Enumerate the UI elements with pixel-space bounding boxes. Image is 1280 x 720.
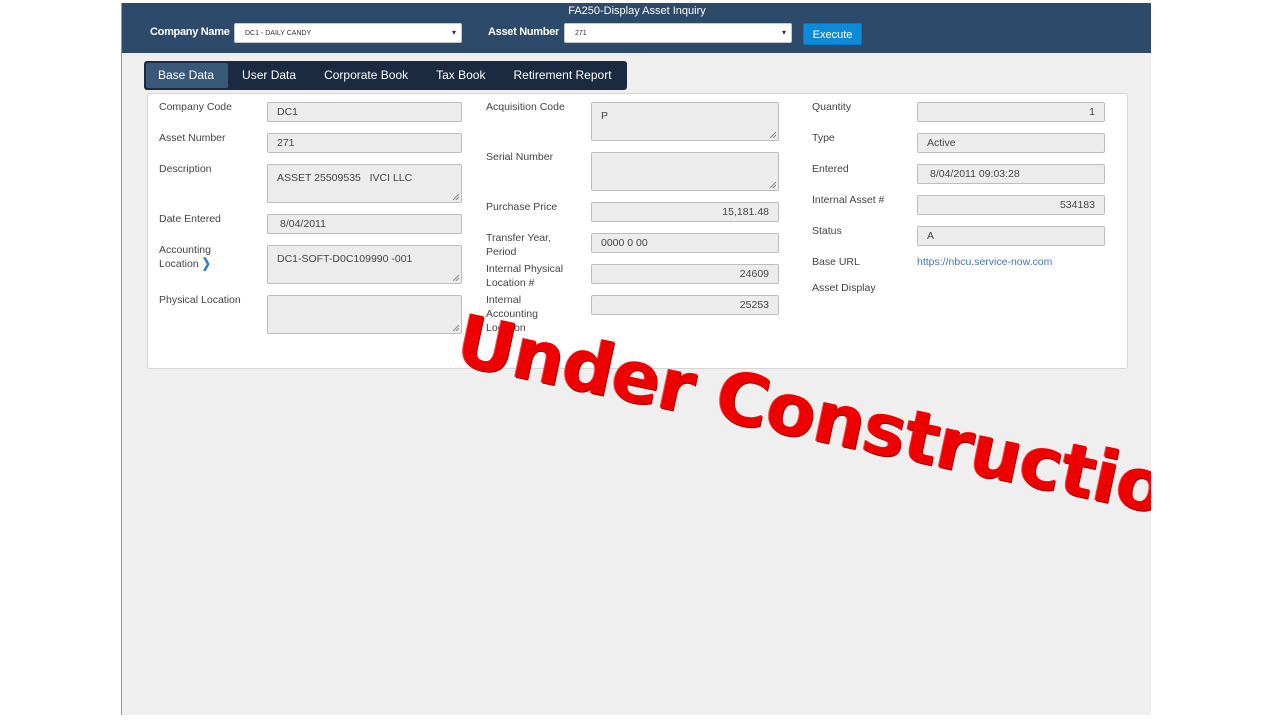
asset-number-value: 271 [575, 30, 587, 37]
transfer-year-period-field[interactable]: 0000 0 00 [591, 233, 779, 253]
company-name-label: Company Name [150, 26, 230, 38]
internal-physical-location-label: Internal Physical Location # [486, 262, 563, 290]
header-bar: FA250-Display Asset Inquiry Company Name… [122, 3, 1151, 53]
tab-retirement-report[interactable]: Retirement Report [499, 63, 625, 88]
quantity-label: Quantity [812, 101, 852, 113]
base-url-link[interactable]: https://nbcu.service-now.com [917, 256, 1052, 268]
purchase-price-label: Purchase Price [486, 201, 558, 213]
date-entered-field[interactable]: 8/04/2011 [267, 214, 462, 234]
company-code-label: Company Code [159, 101, 232, 113]
type-label: Type [812, 132, 835, 144]
internal-accounting-location-field[interactable]: 25253 [591, 295, 779, 315]
serial-number-field[interactable] [591, 152, 779, 191]
base-data-panel: Company Code DC1 Asset Number 271 Descri… [147, 93, 1128, 369]
internal-physical-location-field[interactable]: 24609 [591, 264, 779, 284]
accounting-location-label: Accounting Location ❯ [159, 243, 211, 271]
chevron-down-icon: ▾ [781, 28, 786, 37]
description-field[interactable]: ASSET 25509535 IVCI LLC [267, 164, 462, 203]
internal-asset-label: Internal Asset # [812, 194, 885, 206]
acquisition-code-field[interactable]: P [591, 102, 779, 141]
date-entered-label: Date Entered [159, 213, 221, 225]
company-name-value: DC1 - DAILY CANDY [245, 30, 312, 37]
company-code-field[interactable]: DC1 [267, 102, 462, 122]
acquisition-code-label: Acquisition Code [486, 101, 565, 113]
asset-number-select[interactable]: 271 ▾ [564, 23, 792, 43]
asset-number-label: Asset Number [488, 26, 559, 38]
execute-button[interactable]: Execute [803, 23, 862, 45]
internal-physical-location-label-line2: Location # [486, 277, 535, 289]
physical-location-field[interactable] [267, 295, 462, 334]
internal-physical-location-label-line1: Internal Physical [486, 263, 564, 275]
internal-asset-field[interactable]: 534183 [917, 195, 1105, 215]
status-label: Status [812, 225, 842, 237]
base-url-label: Base URL [812, 256, 860, 268]
tab-tax-book[interactable]: Tax Book [422, 63, 499, 88]
transfer-year-period-label: Transfer Year, Period [486, 231, 551, 259]
type-field[interactable]: Active [917, 133, 1105, 153]
accounting-location-label-text: Location [159, 258, 199, 270]
company-name-select[interactable]: DC1 - DAILY CANDY ▾ [234, 23, 462, 43]
accounting-location-label-line2: Location ❯ [159, 257, 211, 271]
physical-location-label: Physical Location [159, 294, 241, 306]
tab-base-data[interactable]: Base Data [146, 63, 229, 88]
chevron-right-icon[interactable]: ❯ [202, 256, 211, 273]
entered-field[interactable]: 8/04/2011 09:03:28 [917, 164, 1105, 184]
transfer-year-period-label-line1: Transfer Year, [486, 232, 551, 244]
description-label: Description [159, 163, 212, 175]
entered-label: Entered [812, 163, 849, 175]
quantity-field[interactable]: 1 [917, 102, 1105, 122]
chevron-down-icon: ▾ [451, 28, 456, 37]
accounting-location-field[interactable]: DC1-SOFT-D0C109990 -001 [267, 245, 462, 284]
tab-bar: Base Data User Data Corporate Book Tax B… [144, 61, 627, 90]
serial-number-label: Serial Number [486, 151, 554, 163]
page-title: FA250-Display Asset Inquiry [568, 5, 706, 17]
transfer-year-period-label-line2: Period [486, 246, 517, 258]
purchase-price-field[interactable]: 15,181.48 [591, 202, 779, 222]
tab-corporate-book[interactable]: Corporate Book [310, 63, 422, 88]
app-window: FA250-Display Asset Inquiry Company Name… [121, 3, 1151, 715]
asset-number-field[interactable]: 271 [267, 133, 462, 153]
asset-display-label: Asset Display [812, 282, 876, 294]
tab-user-data[interactable]: User Data [228, 63, 310, 88]
asset-number-field-label: Asset Number [159, 132, 226, 144]
status-field[interactable]: A [917, 226, 1105, 246]
